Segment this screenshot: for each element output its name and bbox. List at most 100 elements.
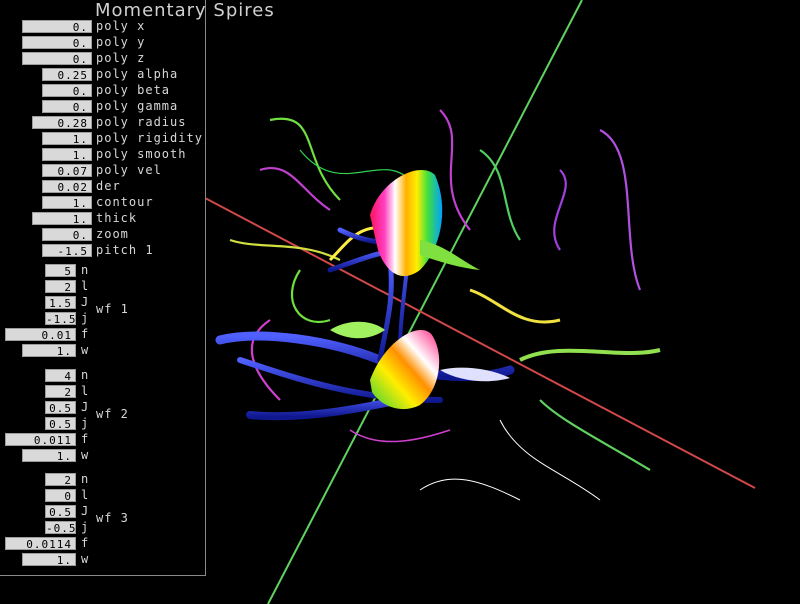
wf-param-label: l <box>81 279 90 293</box>
param-label: poly y <box>96 35 146 49</box>
wf2-row-f: 0.011 f <box>0 432 100 448</box>
wf-param-label: j <box>81 416 90 430</box>
wf2-row-j: 0.5 j <box>0 416 100 432</box>
wf-param-label: j <box>81 311 90 325</box>
wf1-row-f: 0.01 f <box>0 327 100 343</box>
wf1-row-j: -1.5 j <box>0 311 100 327</box>
param-row-poly-alpha: 0.25 poly alpha <box>0 67 205 83</box>
param-label: poly vel <box>96 163 162 177</box>
wf3-row-J: 0.5 J <box>0 504 100 520</box>
upper-rainbow-lobe <box>370 169 443 277</box>
wf3-field-f[interactable]: 0.0114 <box>5 537 76 551</box>
wf-param-label: n <box>81 472 90 486</box>
wf2-group-label: wf 2 <box>96 407 129 421</box>
param-field-poly-z[interactable]: 0. <box>22 52 92 66</box>
param-label: poly gamma <box>96 99 179 113</box>
wf3-field-l[interactable]: 0 <box>45 489 76 503</box>
wf-param-label: l <box>81 384 90 398</box>
wf-param-label: j <box>81 520 90 534</box>
wf1-field-J[interactable]: 1.5 <box>45 296 76 310</box>
wf1-field-f[interactable]: 0.01 <box>5 328 76 342</box>
wf3-field-j[interactable]: -0.5 <box>45 521 76 535</box>
param-label: poly z <box>96 51 146 65</box>
param-label: poly alpha <box>96 67 179 81</box>
param-field-poly-radius[interactable]: 0.28 <box>32 116 92 130</box>
param-row-zoom: 0. zoom <box>0 227 205 243</box>
param-field-poly-vel[interactable]: 0.07 <box>42 164 92 178</box>
wf2-row-w: 1. w <box>0 448 100 464</box>
wf-param-label: w <box>81 448 90 462</box>
wf3-row-l: 0l <box>0 488 100 504</box>
wf2-field-J[interactable]: 0.5 <box>45 401 76 415</box>
wf3-row-n: 2n <box>0 472 100 488</box>
param-field-der[interactable]: 0.02 <box>42 180 92 194</box>
param-label: poly smooth <box>96 147 187 161</box>
wf2-field-w[interactable]: 1. <box>22 449 76 463</box>
param-row-der: 0.02 der <box>0 179 205 195</box>
param-row-poly-x: 0. poly x <box>0 19 205 35</box>
flux-lines <box>229 109 661 501</box>
wf-param-label: l <box>81 488 90 502</box>
wf1-group-label: wf 1 <box>96 302 129 316</box>
wf3-field-n[interactable]: 2 <box>45 473 76 487</box>
param-label: thick <box>96 211 138 225</box>
wf3-field-w[interactable]: 1. <box>22 553 76 567</box>
param-row-poly-smooth: 1. poly smooth <box>0 147 205 163</box>
param-field-poly-y[interactable]: 0. <box>22 36 92 50</box>
param-label: zoom <box>96 227 129 241</box>
param-row-poly-vel: 0.07 poly vel <box>0 163 205 179</box>
green-fin-upper <box>420 240 480 270</box>
wf1-row-n: 5n <box>0 263 100 279</box>
wf3-row-j: -0.5 j <box>0 520 100 536</box>
wf-param-label: w <box>81 552 90 566</box>
wf-param-label: J <box>81 400 90 414</box>
param-field-poly-rigidity[interactable]: 1. <box>42 132 92 146</box>
param-field-poly-beta[interactable]: 0. <box>42 84 92 98</box>
param-row-poly-rigidity: 1. poly rigidity <box>0 131 205 147</box>
wf2-field-l[interactable]: 2 <box>45 385 76 399</box>
param-label: pitch 1 <box>96 243 154 257</box>
wf2-field-j[interactable]: 0.5 <box>45 417 76 431</box>
param-label: poly radius <box>96 115 187 129</box>
param-field-poly-alpha[interactable]: 0.25 <box>42 68 92 82</box>
param-field-contour[interactable]: 1. <box>42 196 92 210</box>
wf1-field-n[interactable]: 5 <box>45 264 76 278</box>
wf-param-label: n <box>81 368 90 382</box>
green-fin-lower <box>330 321 385 339</box>
wf-param-label: f <box>81 432 90 446</box>
param-row-contour: 1. contour <box>0 195 205 211</box>
wf3-group-label: wf 3 <box>96 511 129 525</box>
wf1-field-j[interactable]: -1.5 <box>45 312 76 326</box>
red-axis-line <box>204 197 756 489</box>
wf2-field-n[interactable]: 4 <box>45 369 76 383</box>
param-field-poly-x[interactable]: 0. <box>22 20 92 34</box>
param-row-poly-z: 0. poly z <box>0 51 205 67</box>
green-axis-line <box>267 0 583 604</box>
param-field-thick[interactable]: 1. <box>32 212 92 226</box>
param-label: poly rigidity <box>96 131 203 145</box>
wf-param-label: J <box>81 295 90 309</box>
wf1-row-J: 1.5 J <box>0 295 100 311</box>
wf1-row-l: 2l <box>0 279 100 295</box>
wf1-field-l[interactable]: 2 <box>45 280 76 294</box>
param-label: poly x <box>96 19 146 33</box>
param-field-poly-smooth[interactable]: 1. <box>42 148 92 162</box>
param-row-thick: 1. thick <box>0 211 205 227</box>
wf-param-label: f <box>81 327 90 341</box>
param-row-pitch-1: -1.5 pitch 1 <box>0 243 205 259</box>
param-label: contour <box>96 195 154 209</box>
wf1-row-w: 1. w <box>0 343 100 359</box>
param-field-zoom[interactable]: 0. <box>42 228 92 242</box>
param-field-poly-gamma[interactable]: 0. <box>42 100 92 114</box>
parameter-panel: 0. poly x 0. poly y 0. poly z 0.25 poly alpha 0.… <box>0 0 206 576</box>
wf3-row-w: 1. w <box>0 552 100 568</box>
param-row-poly-y: 0. poly y <box>0 35 205 51</box>
wf2-field-f[interactable]: 0.011 <box>5 433 76 447</box>
wf3-field-J[interactable]: 0.5 <box>45 505 76 519</box>
wf-param-label: n <box>81 263 90 277</box>
wf1-field-w[interactable]: 1. <box>22 344 76 358</box>
wf2-row-l: 2l <box>0 384 100 400</box>
param-field-pitch-1[interactable]: -1.5 <box>42 244 92 258</box>
wf3-row-f: 0.0114 f <box>0 536 100 552</box>
app-title: Momentary Spires <box>95 0 275 21</box>
